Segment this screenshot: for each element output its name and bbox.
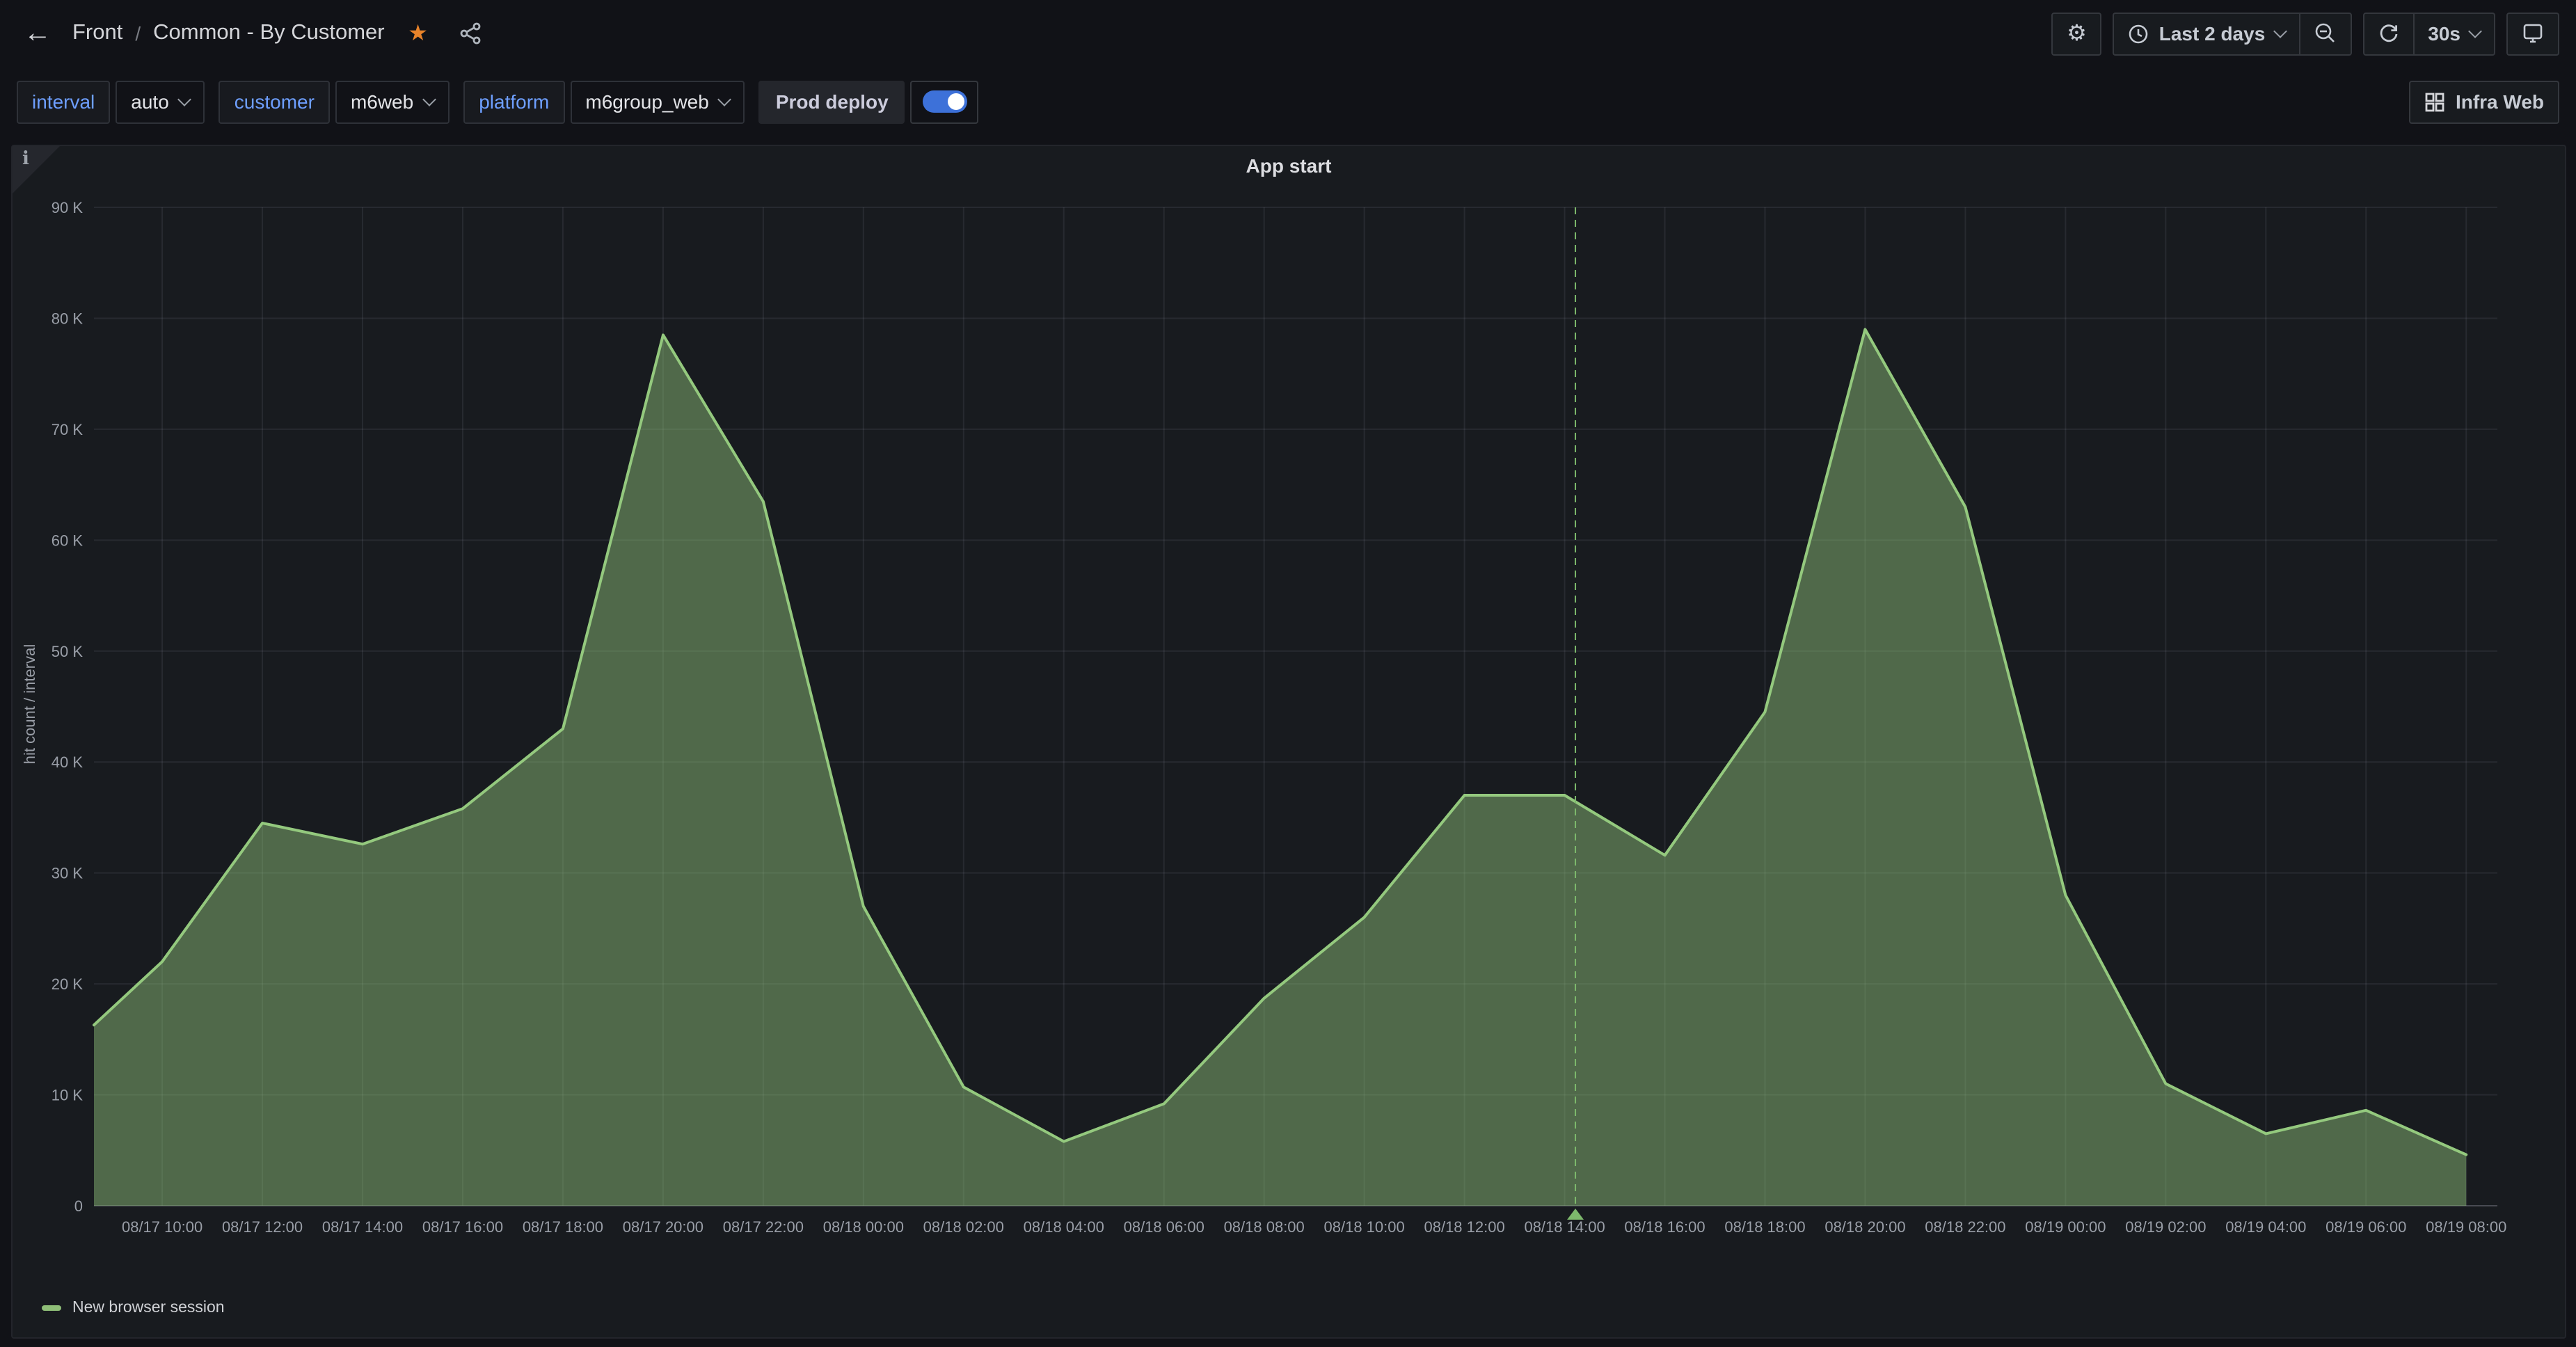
top-nav: ← Front / Common - By Customer ★ ⚙ [0, 0, 2576, 67]
svg-text:08/18 02:00: 08/18 02:00 [923, 1218, 1004, 1236]
variable-interval: interval auto [17, 80, 205, 123]
grafana-dashboard: ← Front / Common - By Customer ★ ⚙ [0, 0, 2576, 1347]
annotation-marker-icon[interactable] [1567, 1209, 1584, 1220]
dashboard-link-label: Infra Web [2456, 90, 2544, 113]
svg-text:08/19 04:00: 08/19 04:00 [2225, 1218, 2306, 1236]
panel-app-start: i App start hit count / interval 010 K20… [11, 145, 2566, 1339]
breadcrumb-current[interactable]: Common - By Customer [153, 21, 384, 46]
svg-text:08/18 12:00: 08/18 12:00 [1424, 1218, 1504, 1236]
svg-text:08/18 08:00: 08/18 08:00 [1224, 1218, 1305, 1236]
variable-customer: customer m6web [219, 80, 450, 123]
timeseries-chart[interactable]: 0 10 K 20 K 30 K 40 K 50 K 60 K 70 K 80 K 90 K 08/… [13, 146, 2568, 1340]
svg-text:08/17 16:00: 08/17 16:00 [422, 1218, 503, 1236]
svg-text:08/18 10:00: 08/18 10:00 [1324, 1218, 1405, 1236]
apps-grid-icon [2425, 91, 2446, 112]
dashboard-link-infra-web[interactable]: Infra Web [2410, 80, 2559, 123]
back-arrow-icon[interactable]: ← [17, 13, 58, 54]
svg-text:08/19 08:00: 08/19 08:00 [2426, 1218, 2506, 1236]
chevron-down-icon [422, 92, 436, 106]
clock-icon [2129, 23, 2149, 44]
svg-text:08/17 20:00: 08/17 20:00 [623, 1218, 703, 1236]
time-range-label: Last 2 days [2159, 22, 2266, 45]
favorite-star-icon[interactable]: ★ [399, 14, 438, 53]
variable-platform-dropdown[interactable]: m6group_web [570, 80, 745, 123]
refresh-interval-dropdown[interactable]: 30s [2412, 12, 2495, 55]
svg-text:08/18 14:00: 08/18 14:00 [1524, 1218, 1605, 1236]
refresh-button[interactable] [2362, 12, 2412, 55]
svg-text:08/19 06:00: 08/19 06:00 [2325, 1218, 2406, 1236]
breadcrumb: Front / Common - By Customer [72, 21, 385, 46]
svg-text:08/18 18:00: 08/18 18:00 [1724, 1218, 1805, 1236]
svg-text:08/18 16:00: 08/18 16:00 [1624, 1218, 1705, 1236]
svg-text:90 K: 90 K [51, 199, 84, 216]
prod-deploy-label: Prod deploy [759, 80, 905, 123]
svg-text:08/17 14:00: 08/17 14:00 [322, 1218, 403, 1236]
variable-platform: platform m6group_web [463, 80, 745, 123]
variable-customer-dropdown[interactable]: m6web [335, 80, 450, 123]
legend-item-new-browser-session[interactable]: New browser session [42, 1300, 225, 1316]
svg-text:08/18 22:00: 08/18 22:00 [1925, 1218, 2005, 1236]
refresh-icon [2378, 23, 2399, 44]
svg-text:08/18 00:00: 08/18 00:00 [823, 1218, 904, 1236]
breadcrumb-root[interactable]: Front [72, 21, 122, 46]
dashboard-settings-button[interactable]: ⚙ [2051, 12, 2102, 55]
variable-interval-label: interval [17, 80, 110, 123]
svg-text:08/17 22:00: 08/17 22:00 [723, 1218, 804, 1236]
breadcrumb-separator: / [135, 22, 141, 45]
svg-text:08/18 20:00: 08/18 20:00 [1824, 1218, 1905, 1236]
chevron-down-icon [2273, 24, 2287, 38]
svg-text:08/17 18:00: 08/17 18:00 [523, 1218, 603, 1236]
gear-icon: ⚙ [2067, 19, 2087, 47]
legend-series-swatch [42, 1305, 61, 1311]
variable-platform-label: platform [463, 80, 564, 123]
time-range-picker[interactable]: Last 2 days [2113, 12, 2299, 55]
variable-interval-dropdown[interactable]: auto [116, 80, 205, 123]
svg-text:08/19 00:00: 08/19 00:00 [2025, 1218, 2106, 1236]
share-icon[interactable] [452, 14, 491, 53]
variable-customer-label: customer [219, 80, 330, 123]
chevron-down-icon [718, 92, 732, 106]
variable-prod-deploy: Prod deploy [759, 80, 979, 123]
zoom-out-icon [2314, 22, 2336, 45]
svg-text:70 K: 70 K [51, 421, 84, 438]
svg-text:80 K: 80 K [51, 310, 84, 327]
chevron-down-icon [178, 92, 192, 106]
svg-text:20 K: 20 K [51, 975, 84, 993]
svg-text:08/19 02:00: 08/19 02:00 [2125, 1218, 2206, 1236]
legend-series-label: New browser session [72, 1300, 225, 1316]
tv-mode-button[interactable] [2506, 12, 2559, 55]
svg-text:60 K: 60 K [51, 532, 84, 549]
svg-text:30 K: 30 K [51, 865, 84, 882]
svg-text:10 K: 10 K [51, 1087, 84, 1104]
prod-deploy-toggle[interactable] [911, 80, 979, 123]
zoom-out-button[interactable] [2298, 12, 2351, 55]
svg-text:08/17 12:00: 08/17 12:00 [222, 1218, 303, 1236]
svg-text:08/18 06:00: 08/18 06:00 [1124, 1218, 1204, 1236]
svg-text:08/17 10:00: 08/17 10:00 [122, 1218, 202, 1236]
svg-text:08/18 04:00: 08/18 04:00 [1024, 1218, 1104, 1236]
toggle-track [923, 90, 967, 113]
svg-text:0: 0 [74, 1197, 83, 1215]
variables-row: interval auto customer m6web platform m6… [0, 67, 2576, 136]
refresh-interval-label: 30s [2428, 22, 2460, 45]
svg-text:40 K: 40 K [51, 754, 84, 771]
svg-text:50 K: 50 K [51, 643, 84, 660]
monitor-icon [2522, 22, 2544, 45]
chevron-down-icon [2468, 24, 2482, 38]
toggle-knob [948, 93, 964, 110]
